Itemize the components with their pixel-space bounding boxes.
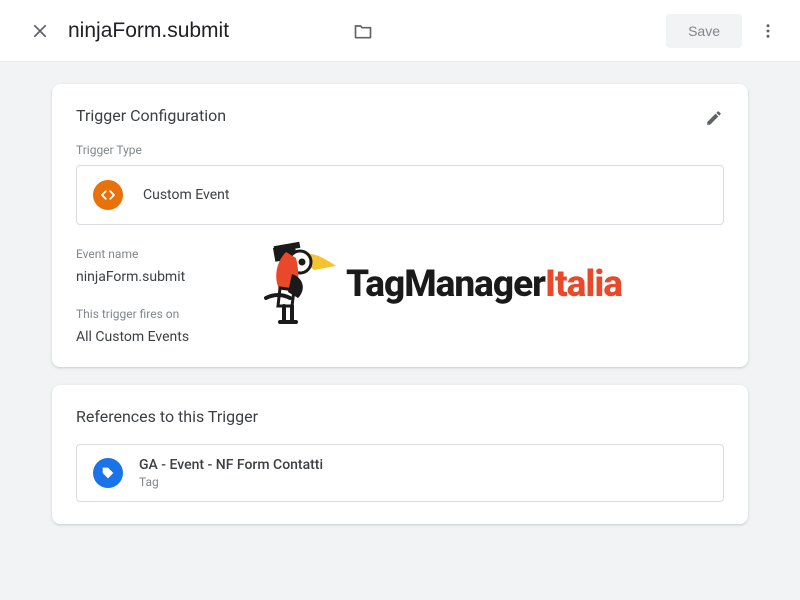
more-menu-button[interactable]: [748, 11, 788, 51]
event-name-label: Event name: [76, 247, 724, 261]
tag-icon: [93, 458, 123, 488]
custom-event-icon: [93, 180, 123, 210]
folder-icon: [353, 21, 373, 41]
trigger-config-card: Trigger Configuration Trigger Type Custo…: [52, 84, 748, 367]
reference-type: Tag: [139, 475, 323, 489]
trigger-type-row[interactable]: Custom Event: [76, 165, 724, 225]
more-vert-icon: [759, 22, 777, 40]
trigger-name-input[interactable]: [68, 15, 339, 47]
topbar: Save: [0, 0, 800, 62]
close-button[interactable]: [20, 11, 60, 51]
pencil-icon: [705, 109, 723, 127]
trigger-type-name: Custom Event: [143, 187, 229, 203]
event-name-value: ninjaForm.submit: [76, 269, 724, 285]
card-title: References to this Trigger: [76, 407, 724, 426]
close-icon: [31, 22, 49, 40]
edit-button[interactable]: [694, 98, 734, 138]
folder-button[interactable]: [345, 13, 381, 49]
reference-name: GA - Event - NF Form Contatti: [139, 457, 323, 473]
body-area: Trigger Configuration Trigger Type Custo…: [0, 62, 800, 600]
references-card: References to this Trigger GA - Event - …: [52, 385, 748, 524]
fires-on-value: All Custom Events: [76, 329, 724, 345]
save-button[interactable]: Save: [666, 14, 742, 48]
reference-text: GA - Event - NF Form Contatti Tag: [139, 457, 323, 489]
card-title: Trigger Configuration: [76, 106, 724, 125]
fires-on-label: This trigger fires on: [76, 307, 724, 321]
reference-row[interactable]: GA - Event - NF Form Contatti Tag: [76, 444, 724, 502]
trigger-type-label: Trigger Type: [76, 143, 724, 157]
